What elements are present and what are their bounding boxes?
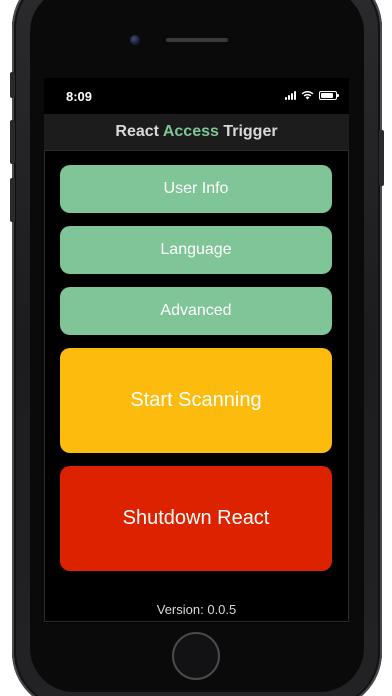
power-button — [379, 130, 384, 186]
shutdown-react-button[interactable]: Shutdown React — [60, 466, 332, 571]
signal-icon — [285, 90, 296, 100]
title-trigger: Trigger — [218, 123, 278, 140]
battery-icon — [319, 90, 339, 100]
language-button[interactable]: Language — [60, 226, 332, 274]
status-icons — [285, 90, 339, 100]
status-bar: 8:09 — [44, 78, 349, 114]
advanced-button[interactable]: Advanced — [60, 287, 332, 335]
volume-down-button — [10, 178, 15, 222]
app-screen: 8:09 React Access Trigger User Info Lang… — [44, 78, 349, 623]
home-button[interactable] — [172, 632, 220, 680]
version-label: Version: 0.0.5 — [156, 602, 237, 617]
front-camera — [130, 35, 140, 45]
user-info-button[interactable]: User Info — [60, 165, 332, 213]
status-time: 8:09 — [66, 89, 93, 104]
app-title: React Access Trigger — [115, 123, 277, 141]
start-scanning-button[interactable]: Start Scanning — [60, 348, 332, 453]
wifi-icon — [301, 90, 314, 100]
earpiece-speaker — [166, 38, 228, 42]
nav-bar: React Access Trigger — [44, 114, 349, 150]
battery-level — [321, 92, 333, 98]
title-access: Access — [162, 123, 219, 140]
app-store-screenshot: 8:09 React Access Trigger User Info Lang… — [0, 0, 392, 696]
mute-switch — [10, 72, 15, 98]
title-react: React — [115, 123, 163, 140]
volume-up-button — [10, 120, 15, 164]
